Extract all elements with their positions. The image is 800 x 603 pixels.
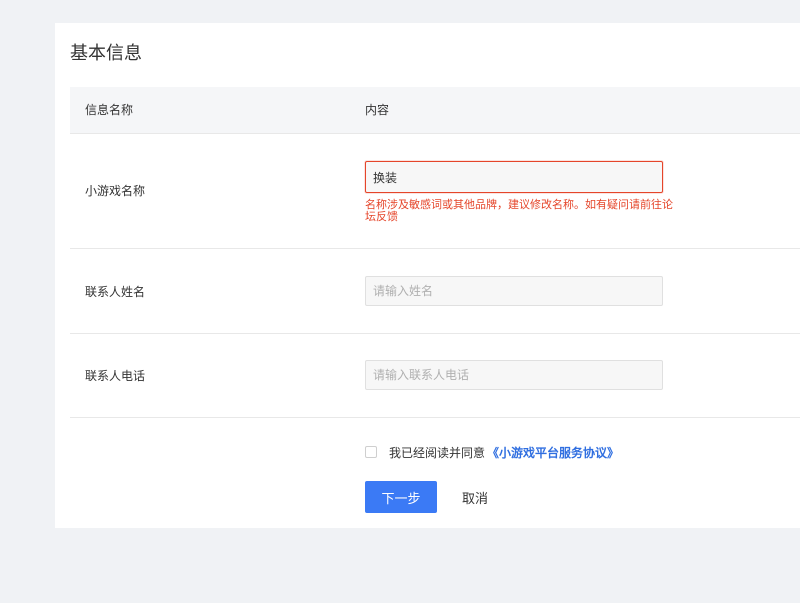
form-row-contact-phone: 联系人电话 [70, 334, 800, 418]
basic-info-panel: 基本信息 信息名称 内容 小游戏名称 名称涉及敏感词或其他品牌，建议修改名称。如… [55, 23, 800, 528]
contact-name-label: 联系人姓名 [85, 285, 146, 299]
agreement-row: 我已经阅读并同意 《小游戏平台服务协议》 [365, 443, 619, 461]
game-name-label: 小游戏名称 [85, 184, 146, 198]
agreement-checkbox[interactable] [365, 446, 377, 458]
service-agreement-link[interactable]: 《小游戏平台服务协议》 [487, 444, 619, 461]
contact-phone-input[interactable] [365, 360, 663, 390]
agreement-text: 我已经阅读并同意 [389, 445, 486, 460]
next-step-button[interactable]: 下一步 [365, 481, 437, 513]
form-row-game-name: 小游戏名称 名称涉及敏感词或其他品牌，建议修改名称。如有疑问请前往论坛反馈 [70, 134, 800, 249]
form-row-contact-name: 联系人姓名 [70, 249, 800, 334]
table-header: 信息名称 内容 [70, 87, 800, 134]
column-header-content: 内容 [365, 103, 390, 117]
game-name-input[interactable] [365, 161, 663, 193]
panel-title: 基本信息 [70, 43, 142, 64]
cancel-button[interactable]: 取消 [451, 481, 499, 513]
contact-name-input[interactable] [365, 276, 663, 306]
game-name-error-message: 名称涉及敏感词或其他品牌，建议修改名称。如有疑问请前往论坛反馈 [365, 198, 673, 223]
contact-phone-label: 联系人电话 [85, 369, 146, 383]
column-header-info-name: 信息名称 [85, 103, 134, 117]
